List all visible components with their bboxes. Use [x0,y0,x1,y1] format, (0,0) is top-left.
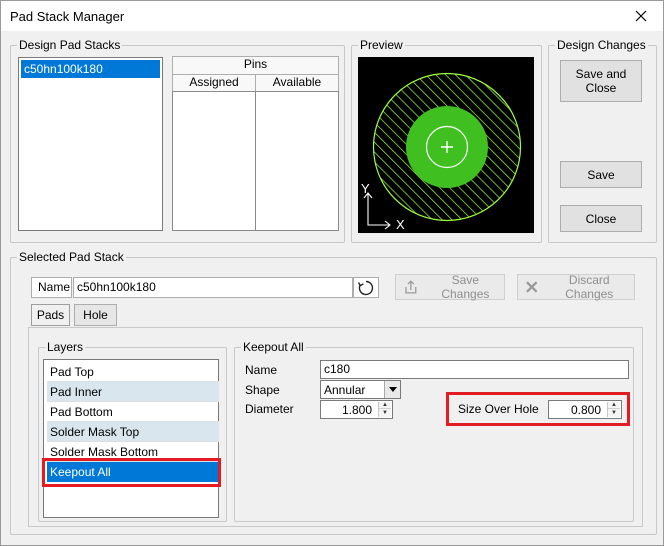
diameter-input[interactable]: 1.800 ▲ ▼ [320,400,393,419]
axis-arrows-icon [363,192,391,230]
preview-canvas: Y X [358,57,534,233]
size-over-hole-value: 0.800 [570,403,601,417]
refresh-button[interactable] [353,277,379,298]
pins-header: Pins [172,56,339,75]
upload-icon [405,280,417,294]
layers-legend: Layers [47,340,84,354]
layer-item-pad-bottom[interactable]: Pad Bottom [47,402,219,422]
pad-stack-manager-window: Pad Stack Manager Design Pad Stacks c50h… [0,0,664,546]
size-over-hole-label: Size Over Hole [458,402,539,416]
layer-item-pad-top[interactable]: Pad Top [47,362,219,382]
x-axis-label: X [396,217,405,232]
diameter-spinner[interactable]: ▲ ▼ [378,402,391,417]
size-over-hole-spinner[interactable]: ▲ ▼ [607,402,620,417]
size-over-hole-down-arrow-icon[interactable]: ▼ [608,409,620,416]
chevron-down-icon [388,387,397,392]
discard-changes-label: Discard Changes [565,273,614,301]
save-button[interactable]: Save [560,161,642,188]
diameter-label: Diameter [245,402,294,416]
discard-changes-button[interactable]: Discard Changes [517,273,635,301]
diameter-value: 1.800 [341,403,372,417]
keepout-highlight-box [42,458,221,487]
layer-properties-legend: Keepout All [243,340,304,354]
title-bar: Pad Stack Manager [1,1,663,31]
window-title: Pad Stack Manager [10,9,125,24]
diameter-down-arrow-icon[interactable]: ▼ [379,409,391,416]
save-changes-button[interactable]: Save Changes [395,273,505,301]
shape-select-value: Annular [324,383,366,397]
selected-pad-stack-legend: Selected Pad Stack [19,250,124,264]
pad-preview-graphic: Y X [361,72,522,232]
close-button[interactable]: Close [560,205,642,232]
layer-name-label: Name [245,363,278,377]
pad-stack-list-item[interactable]: c50hn100k180 [21,60,160,78]
refresh-icon [357,280,374,295]
size-over-hole-input[interactable]: 0.800 ▲ ▼ [548,400,622,419]
pad-stack-list[interactable]: c50hn100k180 [18,57,163,231]
save-and-close-button[interactable]: Save and Close [560,60,642,102]
y-axis-label: Y [361,181,370,196]
pins-available-list[interactable] [255,91,339,231]
layer-item-solder-mask-top[interactable]: Solder Mask Top [47,422,219,442]
layer-item-pad-inner[interactable]: Pad Inner [47,382,219,402]
pins-available-header[interactable]: Available [255,74,339,92]
shape-label: Shape [245,383,280,397]
pins-assigned-header[interactable]: Assigned [172,74,256,92]
preview-legend: Preview [360,38,403,52]
pins-assigned-list[interactable] [172,91,256,231]
shape-dropdown-button[interactable] [384,381,400,398]
design-pad-stacks-legend: Design Pad Stacks [19,38,121,52]
diameter-up-arrow-icon[interactable]: ▲ [379,402,391,409]
close-window-button[interactable] [623,1,659,31]
pad-stack-name-input[interactable]: c50hn100k180 [73,277,353,298]
tab-hole[interactable]: Hole [74,304,117,326]
design-changes-legend: Design Changes [557,38,646,52]
tab-pads[interactable]: Pads [31,304,70,326]
shape-select[interactable]: Annular [320,380,401,399]
close-icon [635,10,647,22]
layers-list[interactable]: Pad Top Pad Inner Pad Bottom Solder Mask… [43,359,219,518]
save-changes-label: Save Changes [441,273,490,301]
save-and-close-label: Save and Close [575,67,627,95]
discard-x-icon [526,281,538,293]
size-over-hole-up-arrow-icon[interactable]: ▲ [608,402,620,409]
name-label: Name [31,277,72,298]
layer-name-input[interactable]: c180 [320,360,629,379]
